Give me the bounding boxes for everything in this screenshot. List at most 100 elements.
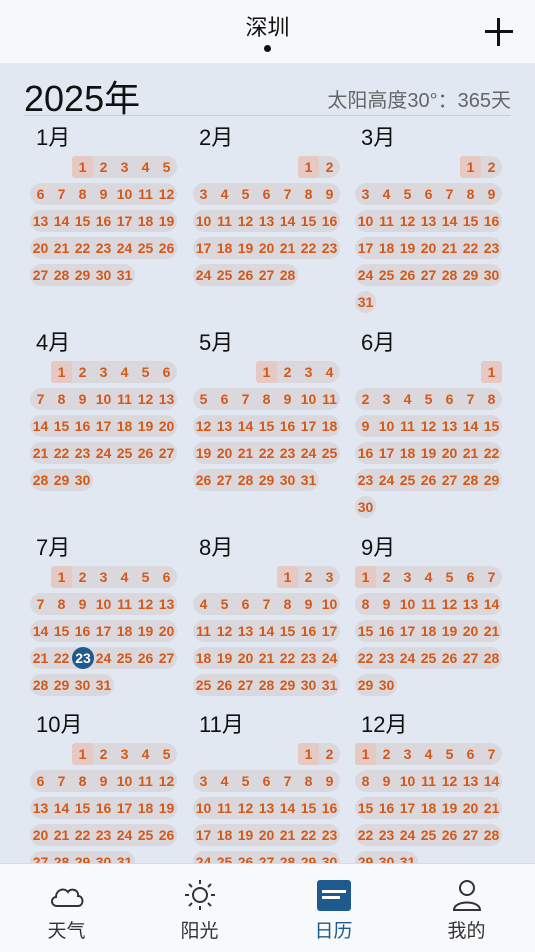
calendar-day[interactable]: 2 <box>319 156 340 178</box>
calendar-day[interactable]: 27 <box>460 824 481 846</box>
calendar-day[interactable]: 17 <box>376 442 397 464</box>
calendar-day[interactable]: 15 <box>298 210 319 232</box>
calendar-day[interactable]: 5 <box>156 156 177 178</box>
calendar-day[interactable]: 19 <box>397 237 418 259</box>
calendar-day[interactable]: 30 <box>72 469 93 491</box>
calendar-day[interactable]: 14 <box>51 797 72 819</box>
calendar-day[interactable]: 7 <box>277 183 298 205</box>
calendar-day[interactable]: 8 <box>298 770 319 792</box>
calendar-day[interactable]: 12 <box>193 415 214 437</box>
calendar-day[interactable]: 24 <box>298 442 319 464</box>
calendar-day[interactable]: 20 <box>214 442 235 464</box>
calendar-day[interactable]: 23 <box>319 237 340 259</box>
calendar-day[interactable]: 1 <box>298 156 319 178</box>
calendar-day[interactable]: 19 <box>235 824 256 846</box>
calendar-day[interactable]: 31 <box>93 674 114 696</box>
calendar-day[interactable]: 7 <box>256 593 277 615</box>
calendar-day[interactable]: 28 <box>277 264 298 286</box>
calendar-day[interactable]: 28 <box>439 264 460 286</box>
calendar-day[interactable]: 10 <box>93 593 114 615</box>
calendar-day[interactable]: 22 <box>256 442 277 464</box>
calendar-day[interactable]: 4 <box>135 156 156 178</box>
add-icon[interactable] <box>485 18 513 46</box>
calendar-day[interactable]: 15 <box>51 415 72 437</box>
calendar-day[interactable]: 9 <box>376 770 397 792</box>
calendar-day[interactable]: 22 <box>460 237 481 259</box>
calendar-day[interactable]: 25 <box>114 647 135 669</box>
calendar-day[interactable]: 7 <box>481 743 502 765</box>
calendar-day[interactable]: 23 <box>481 237 502 259</box>
calendar-day[interactable]: 9 <box>481 183 502 205</box>
tab-sunlight[interactable]: 阳光 <box>133 864 266 952</box>
calendar-day[interactable]: 23 <box>93 237 114 259</box>
calendar-day[interactable]: 25 <box>135 237 156 259</box>
calendar-day[interactable]: 28 <box>481 824 502 846</box>
calendar-day[interactable]: 30 <box>93 264 114 286</box>
calendar-day[interactable]: 1 <box>481 361 502 383</box>
calendar-day[interactable]: 20 <box>256 824 277 846</box>
calendar-day[interactable]: 17 <box>193 824 214 846</box>
calendar-day[interactable]: 27 <box>156 647 177 669</box>
calendar-day[interactable]: 21 <box>30 442 51 464</box>
calendar-day[interactable]: 17 <box>93 415 114 437</box>
calendar-day[interactable]: 21 <box>481 620 502 642</box>
calendar-day[interactable]: 4 <box>214 183 235 205</box>
calendar-day[interactable]: 24 <box>397 647 418 669</box>
calendar-day[interactable]: 22 <box>72 237 93 259</box>
calendar-day[interactable]: 12 <box>397 210 418 232</box>
calendar-day[interactable]: 25 <box>376 264 397 286</box>
calendar-day[interactable]: 26 <box>135 442 156 464</box>
calendar-day[interactable]: 28 <box>235 469 256 491</box>
calendar-day[interactable]: 7 <box>51 770 72 792</box>
calendar-day[interactable]: 3 <box>93 361 114 383</box>
calendar-day[interactable]: 17 <box>114 210 135 232</box>
calendar-day[interactable]: 18 <box>418 797 439 819</box>
calendar-day[interactable]: 4 <box>397 388 418 410</box>
calendar-day[interactable]: 22 <box>51 647 72 669</box>
calendar-day[interactable]: 27 <box>30 264 51 286</box>
calendar-day[interactable]: 26 <box>135 647 156 669</box>
calendar-day[interactable]: 15 <box>355 797 376 819</box>
calendar-day[interactable]: 27 <box>256 264 277 286</box>
city-title[interactable]: 深圳 <box>0 10 535 42</box>
calendar-day[interactable]: 31 <box>319 674 340 696</box>
calendar-day[interactable]: 11 <box>319 388 340 410</box>
calendar-day[interactable]: 13 <box>156 593 177 615</box>
calendar-day[interactable]: 22 <box>72 824 93 846</box>
calendar-day[interactable]: 14 <box>460 415 481 437</box>
calendar-day[interactable]: 4 <box>193 593 214 615</box>
calendar-day[interactable]: 1 <box>277 566 298 588</box>
calendar-day[interactable]: 20 <box>30 824 51 846</box>
calendar-day[interactable]: 25 <box>214 264 235 286</box>
calendar-day[interactable]: 10 <box>298 388 319 410</box>
calendar-day[interactable]: 5 <box>397 183 418 205</box>
calendar-day[interactable]: 2 <box>355 388 376 410</box>
calendar-day[interactable]: 19 <box>135 620 156 642</box>
calendar-day[interactable]: 1 <box>72 156 93 178</box>
calendar-day[interactable]: 18 <box>114 620 135 642</box>
calendar-day[interactable]: 2 <box>376 743 397 765</box>
calendar-day[interactable]: 18 <box>418 620 439 642</box>
calendar-day[interactable]: 29 <box>460 264 481 286</box>
calendar-day[interactable]: 24 <box>397 824 418 846</box>
calendar-day[interactable]: 12 <box>418 415 439 437</box>
calendar-day[interactable]: 26 <box>418 469 439 491</box>
calendar-day[interactable]: 17 <box>298 415 319 437</box>
calendar-day[interactable]: 11 <box>135 183 156 205</box>
calendar-day[interactable]: 7 <box>277 770 298 792</box>
calendar-day[interactable]: 6 <box>460 566 481 588</box>
calendar-day[interactable]: 1 <box>72 743 93 765</box>
calendar-day[interactable]: 3 <box>376 388 397 410</box>
calendar-day[interactable]: 25 <box>418 647 439 669</box>
calendar-day[interactable]: 25 <box>397 469 418 491</box>
calendar-day[interactable]: 14 <box>481 593 502 615</box>
calendar-day[interactable]: 22 <box>355 824 376 846</box>
calendar-day[interactable]: 16 <box>376 620 397 642</box>
calendar-day[interactable]: 17 <box>193 237 214 259</box>
calendar-day[interactable]: 6 <box>439 388 460 410</box>
calendar-day[interactable]: 6 <box>256 183 277 205</box>
calendar-day[interactable]: 8 <box>72 183 93 205</box>
calendar-day[interactable]: 17 <box>355 237 376 259</box>
calendar-day[interactable]: 24 <box>355 264 376 286</box>
calendar-day[interactable]: 8 <box>355 593 376 615</box>
